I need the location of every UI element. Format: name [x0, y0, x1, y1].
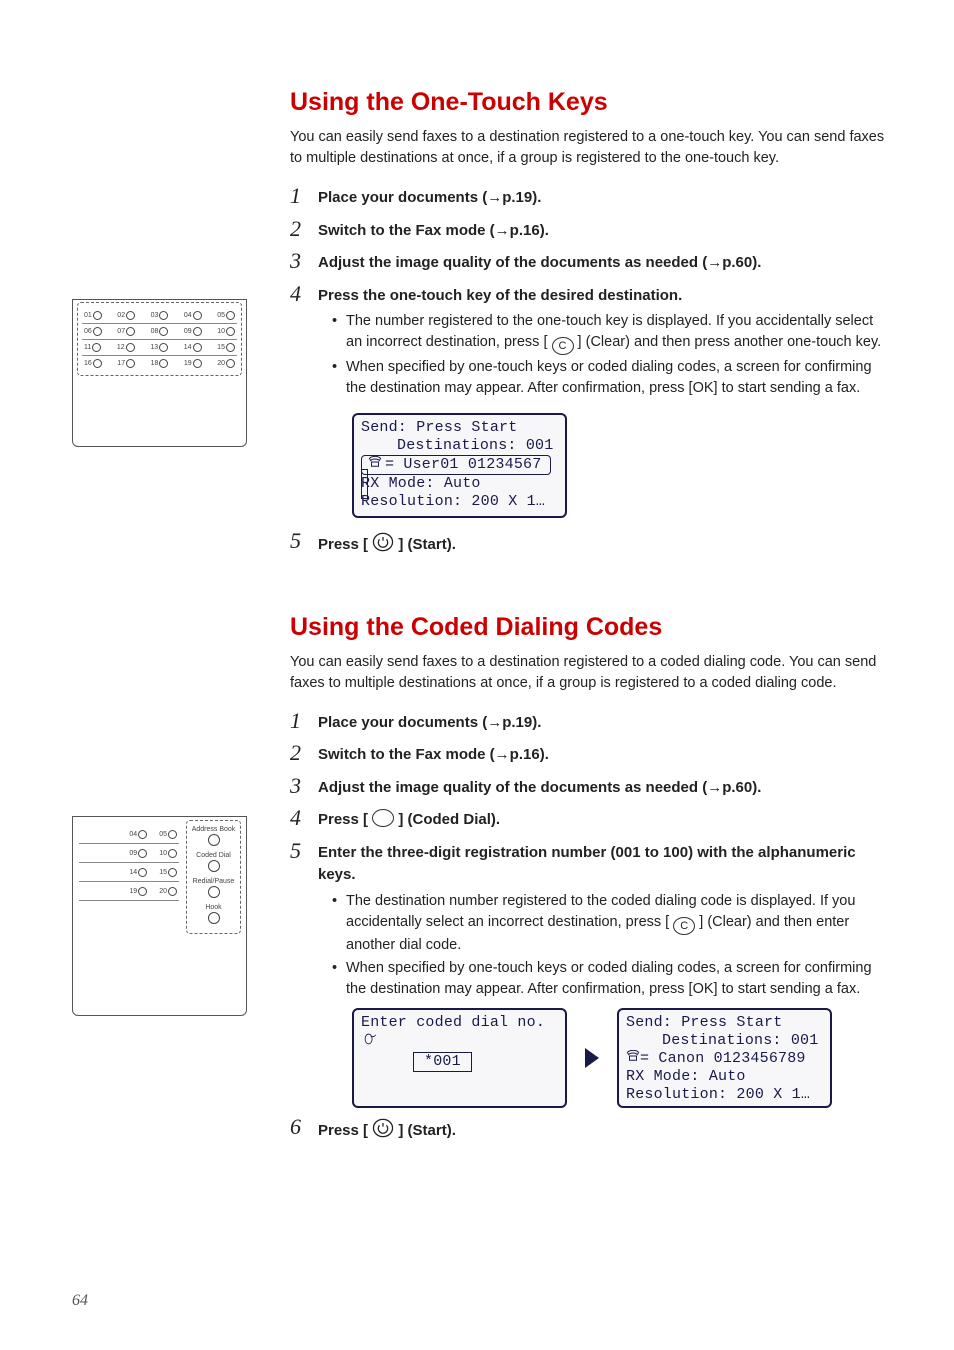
s1-step4-bullet1: The number registered to the one-touch k…: [332, 311, 890, 355]
s2-step3: Adjust the image quality of the document…: [318, 779, 761, 796]
lcd-row: Destinations: 001: [361, 437, 558, 455]
lcd-row: RX Mode: Auto: [626, 1068, 823, 1086]
s2-step5-bullet1: The destination number registered to the…: [332, 891, 890, 956]
lcd-row: Destinations: 001: [626, 1032, 823, 1050]
s1-step5: Press [ ] (Start).: [318, 536, 456, 553]
hook-label: Hook: [187, 904, 240, 911]
section2-steps: Place your documents (→p.19). Switch to …: [290, 712, 890, 1143]
s1-step1: Place your documents (→p.19).: [318, 189, 541, 206]
section1-intro: You can easily send faxes to a destinati…: [290, 127, 890, 169]
lcd-screen-right: Send: Press Start Destinations: 001 = Ca…: [617, 1008, 832, 1108]
s1-step4: Press the one-touch key of the desired d…: [318, 287, 682, 304]
lcd-row: Send: Press Start: [626, 1014, 823, 1032]
lcd-row: Send: Press Start: [361, 419, 558, 437]
lcd-egg-icon: [361, 1032, 558, 1046]
page-number: 64: [72, 1292, 88, 1310]
lcd-row: RX Mode: Auto: [361, 475, 558, 493]
section2-intro: You can easily send faxes to a destinati…: [290, 652, 890, 694]
clear-icon: C: [552, 337, 574, 355]
function-keys-figure: 0405 0910 1415 1920 Address Book Coded D…: [72, 816, 247, 1016]
one-touch-keypad-figure: 0102030405 0607080910 1112131415 1617181…: [72, 299, 247, 447]
lcd-screen-left: Enter coded dial no. *001: [352, 1008, 567, 1108]
lcd-row-highlight: = User01 01234567: [361, 455, 558, 475]
coded-dial-icon: [372, 809, 394, 827]
handset-icon: [368, 456, 382, 474]
s2-step1: Place your documents (→p.19).: [318, 714, 541, 731]
section1-steps: Place your documents (→p.19). Switch to …: [290, 187, 890, 557]
section-title-coded-dial: Using the Coded Dialing Codes: [290, 613, 890, 642]
start-icon: [372, 1122, 394, 1139]
hook-key-icon: [208, 912, 220, 924]
section-title-one-touch: Using the One-Touch Keys: [290, 88, 890, 117]
s2-step6: Press [ ] (Start).: [318, 1122, 456, 1139]
lcd-row: Resolution: 200 X 1…: [626, 1086, 823, 1104]
lcd-entry-box: *001: [413, 1052, 472, 1072]
s1-step2: Switch to the Fax mode (→p.16).: [318, 222, 549, 239]
lcd-row: Enter coded dial no.: [361, 1014, 558, 1032]
address-book-label: Address Book: [187, 826, 240, 833]
coded-dial-key-icon: [208, 860, 220, 872]
arrow-right-icon: [585, 1048, 599, 1068]
handset-icon: [626, 1050, 640, 1067]
lcd-screen: Send: Press Start Destinations: 001 = Us…: [352, 413, 567, 518]
s2-step2: Switch to the Fax mode (→p.16).: [318, 746, 549, 763]
coded-dial-label: Coded Dial: [187, 852, 240, 859]
clear-icon: C: [673, 917, 695, 935]
redial-pause-key-icon: [208, 886, 220, 898]
s2-step5-bullet2: When specified by one-touch keys or code…: [332, 958, 890, 1000]
lcd-row: Resolution: 200 X 1…: [361, 493, 558, 511]
redial-pause-label: Redial/Pause: [187, 878, 240, 885]
address-book-key-icon: [208, 834, 220, 846]
s1-step3: Adjust the image quality of the document…: [318, 254, 761, 271]
lcd-row-highlight: = Canon 0123456789: [626, 1050, 823, 1068]
s2-step5: Enter the three-digit registration numbe…: [318, 844, 856, 884]
s1-step4-bullet2: When specified by one-touch keys or code…: [332, 357, 890, 399]
start-icon: [372, 536, 394, 553]
s2-step4: Press [ ] (Coded Dial).: [318, 811, 500, 828]
